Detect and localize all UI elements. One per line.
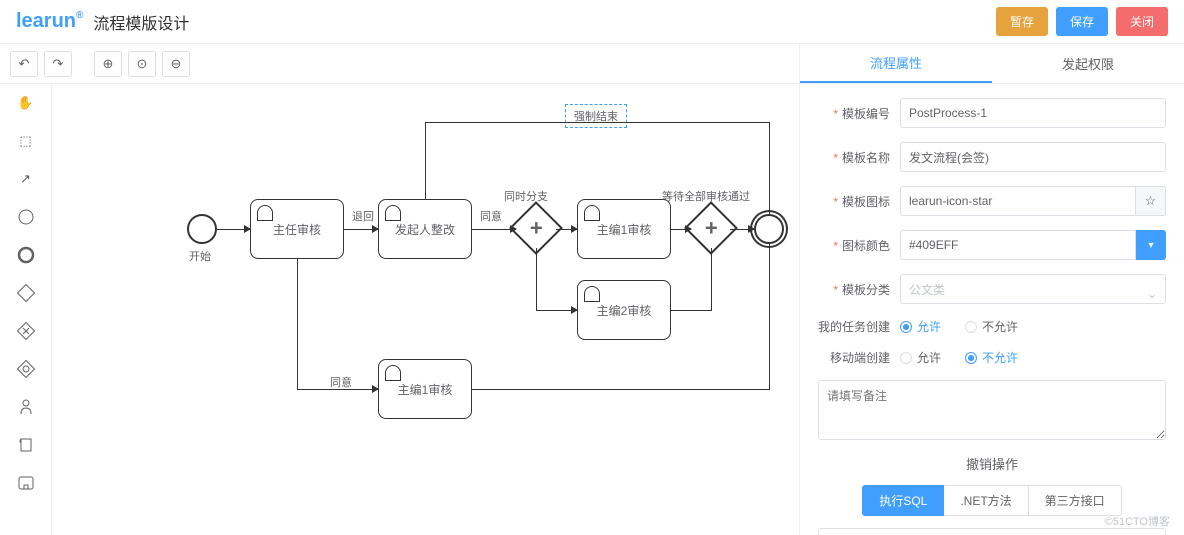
zoom-fit-button[interactable]: ⊕	[94, 51, 122, 77]
label-icon: 模板图标	[818, 193, 890, 210]
task-node-4[interactable]: 主编2审核	[577, 280, 671, 340]
header: learun® 流程模版设计 暂存 保存 关闭	[0, 0, 1184, 44]
radio-mytask-allow[interactable]: 允许	[900, 318, 941, 335]
shape-palette: ✋ ⬚ ↗	[0, 84, 52, 535]
label-name: 模板名称	[818, 149, 890, 166]
start-event-icon[interactable]	[15, 206, 37, 228]
edge-agree-label: 同意	[480, 208, 502, 224]
task-node-3[interactable]: 主编1审核	[577, 199, 671, 259]
end-event[interactable]	[754, 214, 784, 244]
seg-net[interactable]: .NET方法	[944, 485, 1028, 516]
redo-button[interactable]: ↷	[44, 51, 72, 77]
hand-tool-icon[interactable]: ✋	[15, 92, 37, 114]
force-end-label[interactable]: 强制结束	[565, 104, 627, 128]
parallel-gateway-join[interactable]: +	[684, 201, 738, 255]
task-node-1[interactable]: 主任审核	[250, 199, 344, 259]
tab-flow-props[interactable]: 流程属性	[800, 44, 992, 83]
edge-parallel-label: 同时分支	[504, 188, 548, 204]
connect-tool-icon[interactable]: ↗	[15, 168, 37, 190]
radio-mobile-allow[interactable]: 允许	[900, 349, 941, 366]
seg-sql[interactable]: 执行SQL	[862, 485, 944, 516]
edge-agree2-label: 同意	[330, 374, 352, 390]
gateway-x-icon[interactable]	[15, 320, 37, 342]
watermark: ©51CTO博客	[1105, 513, 1170, 529]
radio-mytask-deny[interactable]: 不允许	[965, 318, 1018, 335]
bpmn-canvas[interactable]: 强制结束 开始 主任审核 退回 发起人整改 同意 + 同时分支 主编1审核 主编…	[52, 84, 799, 535]
label-code: 模板编号	[818, 105, 890, 122]
zoom-out-button[interactable]: ⊖	[162, 51, 190, 77]
label-color: 图标颜色	[818, 237, 890, 254]
header-buttons: 暂存 保存 关闭	[996, 7, 1168, 36]
color-picker-button[interactable]: ▾	[1136, 230, 1166, 260]
gateway-icon[interactable]	[15, 282, 37, 304]
toolbar: ↶ ↷ ⊕ ⊙ ⊖	[0, 44, 799, 84]
start-label: 开始	[189, 248, 211, 264]
radio-mobile-deny[interactable]: 不允许	[965, 349, 1018, 366]
edge-back-label: 退回	[352, 208, 374, 224]
select-sql-db[interactable]: 请选择执行SQL数据库	[818, 528, 1166, 535]
input-code[interactable]	[900, 98, 1166, 128]
parallel-gateway-split[interactable]: +	[509, 201, 563, 255]
input-icon[interactable]	[900, 186, 1136, 216]
undo-button[interactable]: ↶	[10, 51, 38, 77]
input-color[interactable]	[900, 230, 1136, 260]
property-panel: 流程属性 发起权限 模板编号 模板名称 模板图标 ☆ 图标颜色	[800, 44, 1184, 535]
editor-column: ↶ ↷ ⊕ ⊙ ⊖ ✋ ⬚ ↗ 强制结束	[0, 44, 800, 535]
start-event[interactable]	[187, 214, 217, 244]
save-temp-button[interactable]: 暂存	[996, 7, 1048, 36]
label-mytask: 我的任务创建	[818, 318, 890, 335]
script-task-icon[interactable]	[15, 434, 37, 456]
close-button[interactable]: 关闭	[1116, 7, 1168, 36]
input-name[interactable]	[900, 142, 1166, 172]
textarea-remark[interactable]	[818, 380, 1166, 440]
end-event-icon[interactable]	[15, 244, 37, 266]
subprocess-icon[interactable]	[15, 472, 37, 494]
tab-start-perm[interactable]: 发起权限	[992, 44, 1184, 83]
revoke-method-segment: 执行SQL .NET方法 第三方接口	[818, 485, 1166, 516]
logo: learun®	[16, 10, 83, 33]
icon-picker-button[interactable]: ☆	[1136, 186, 1166, 216]
page-title: 流程模版设计	[93, 10, 189, 34]
edge-wait-label: 等待全部审核通过	[662, 188, 750, 204]
task-node-5[interactable]: 主编1审核	[378, 359, 472, 419]
section-revoke-title: 撤销操作	[818, 454, 1166, 473]
logo-wrap: learun® 流程模版设计	[16, 10, 189, 34]
save-button[interactable]: 保存	[1056, 7, 1108, 36]
lasso-tool-icon[interactable]: ⬚	[15, 130, 37, 152]
user-task-icon[interactable]	[15, 396, 37, 418]
task-node-2[interactable]: 发起人整改	[378, 199, 472, 259]
zoom-in-button[interactable]: ⊙	[128, 51, 156, 77]
gateway-o-icon[interactable]	[15, 358, 37, 380]
seg-3rd[interactable]: 第三方接口	[1029, 485, 1122, 516]
label-category: 模板分类	[818, 281, 890, 298]
panel-tabs: 流程属性 发起权限	[800, 44, 1184, 84]
label-mobile: 移动端创建	[818, 349, 890, 366]
select-category[interactable]: 公文类	[900, 274, 1166, 304]
